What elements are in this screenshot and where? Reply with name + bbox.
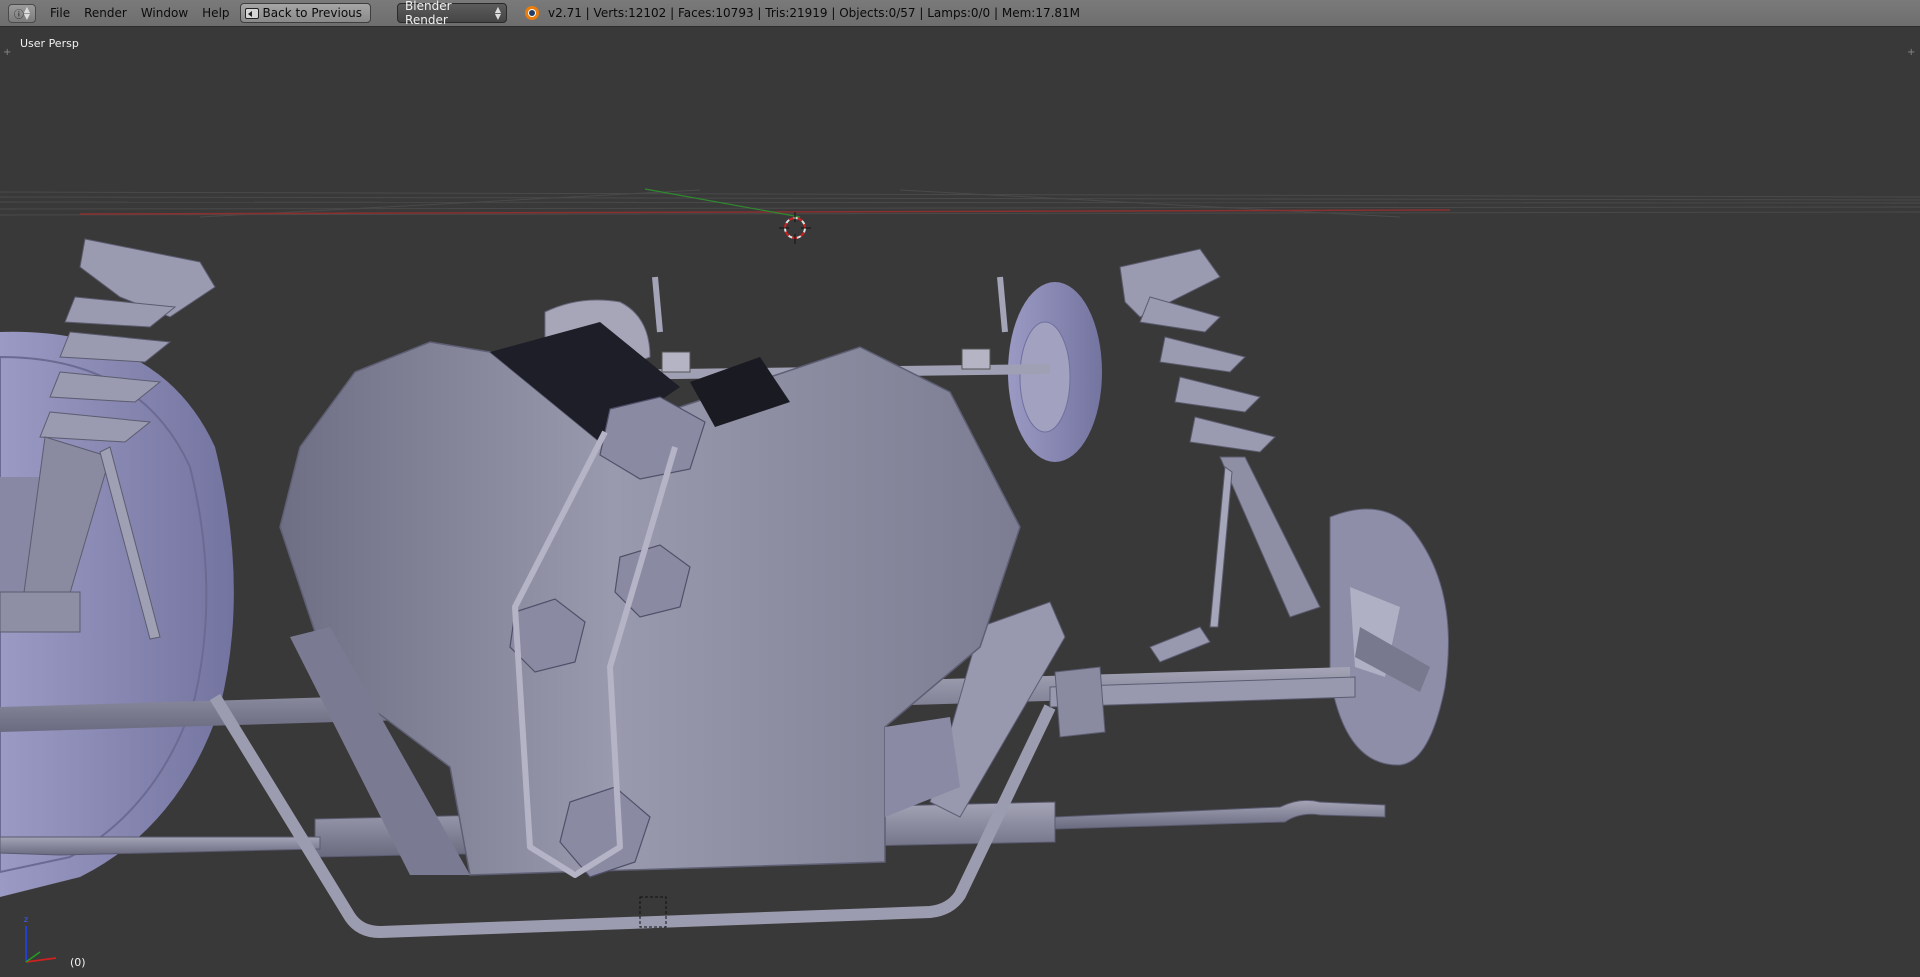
split-area-right-icon[interactable]: + — [1907, 47, 1915, 58]
editor-type-selector[interactable]: ⓘ ▲ ▼ — [8, 3, 36, 23]
3d-cursor-icon[interactable] — [779, 212, 811, 244]
axis-orientation-gizmo: z — [24, 915, 57, 963]
dropdown-arrows-icon: ▲ ▼ — [494, 5, 502, 21]
3d-viewport[interactable]: User Persp (0) + + z — [0, 27, 1920, 977]
rear-spring-left — [661, 351, 691, 373]
render-engine-value: Blender Render — [405, 0, 452, 27]
view-name-label: User Persp — [20, 37, 79, 50]
menu-file[interactable]: File — [50, 6, 70, 20]
current-frame-label: (0) — [70, 956, 86, 969]
menu-help[interactable]: Help — [202, 6, 229, 20]
back-to-previous-button[interactable]: Back to Previous — [239, 3, 372, 23]
z-axis-glyph: z — [24, 915, 28, 924]
right-control-arm[interactable] — [929, 601, 1356, 818]
right-brake-disc[interactable] — [1329, 508, 1449, 766]
shock-rod-left — [652, 276, 663, 333]
viewport-scene[interactable] — [0, 27, 1920, 977]
back-to-previous-label: Back to Previous — [262, 6, 363, 20]
scene-stats: v2.71 | Verts:12102 | Faces:10793 | Tris… — [548, 6, 1081, 20]
back-screen-icon — [244, 7, 259, 19]
updown-arrows-icon: ▲ ▼ — [23, 5, 31, 21]
info-icon: ⓘ — [13, 9, 24, 21]
blender-logo-icon — [525, 6, 540, 20]
menu-window[interactable]: Window — [141, 6, 188, 20]
right-spring-strut[interactable] — [1119, 248, 1321, 628]
render-engine-select[interactable]: Blender Render ▲ ▼ — [397, 0, 508, 27]
split-area-left-icon[interactable]: + — [3, 47, 11, 58]
info-header: ⓘ ▲ ▼ File Render Window Help Back to Prev… — [0, 0, 1920, 27]
menu-render[interactable]: Render — [84, 6, 127, 20]
shock-rod-right — [997, 276, 1008, 333]
rear-spring-right — [961, 348, 991, 370]
